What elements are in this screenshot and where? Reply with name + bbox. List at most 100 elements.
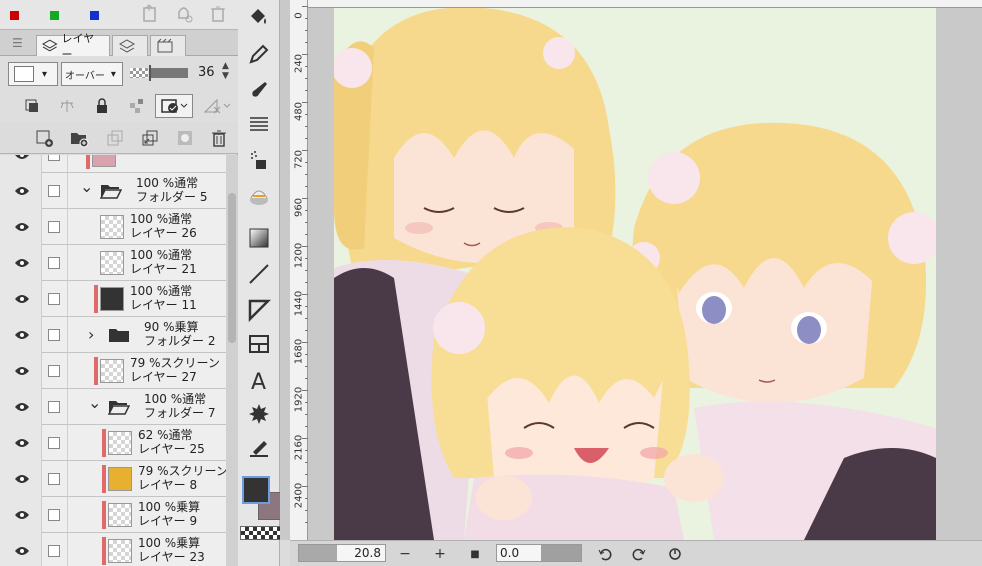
animation-icon [157, 38, 173, 53]
visibility-toggle[interactable] [0, 281, 42, 317]
tab-layer[interactable]: レイヤー [36, 32, 110, 61]
layer-checkbox[interactable] [48, 329, 60, 341]
frame-icon[interactable] [247, 332, 271, 356]
canvas-illustration[interactable] [334, 8, 936, 540]
line-icon[interactable] [247, 262, 271, 286]
layer-checkbox[interactable] [48, 401, 60, 413]
delete-icon[interactable] [208, 4, 228, 24]
airbrush-icon[interactable] [247, 148, 271, 172]
visibility-toggle[interactable] [0, 317, 42, 353]
reference-layer-icon[interactable] [55, 94, 79, 118]
layer-checkbox[interactable] [48, 509, 60, 521]
clip-layer-icon[interactable] [20, 94, 44, 118]
menu-icon[interactable]: ☰ [12, 36, 26, 50]
visibility-toggle[interactable] [0, 425, 42, 461]
layer-row[interactable]: 100 %乗算 レイヤー 9 [0, 497, 226, 533]
rotate-right-icon[interactable] [630, 545, 648, 563]
tab-animation[interactable] [150, 35, 186, 56]
rotate-left-icon[interactable] [596, 545, 614, 563]
color-swatch-green[interactable] [50, 11, 59, 20]
text-icon[interactable]: A [247, 368, 271, 392]
layer-row[interactable]: 62 %通常 レイヤー 25 [0, 425, 226, 461]
layer-row[interactable]: レイヤー 31 [0, 155, 226, 173]
new-raster-layer-icon[interactable] [32, 126, 56, 150]
fill-bucket-icon[interactable] [247, 6, 271, 30]
visibility-toggle[interactable] [0, 497, 42, 533]
layer-checkbox[interactable] [48, 545, 60, 557]
main-color-swatch[interactable] [242, 476, 270, 504]
color-fill-icon[interactable] [174, 4, 194, 24]
brush-icon[interactable] [247, 78, 271, 102]
chevron-down-icon[interactable]: ⌄ [88, 393, 101, 412]
layer-mask-icon[interactable] [173, 126, 197, 150]
layer-folder-row[interactable]: › 90 %乗算 フォルダー 2 [0, 317, 226, 353]
layer-scrollbar[interactable] [226, 155, 238, 566]
chevron-down-icon[interactable]: ⌄ [80, 177, 93, 196]
gradient-icon[interactable] [247, 226, 271, 250]
balloon-icon[interactable] [247, 402, 271, 426]
visibility-toggle[interactable] [0, 389, 42, 425]
layer-folder-row[interactable]: ⌄ 100 %通常 フォルダー 5 [0, 173, 226, 209]
layer-row[interactable]: 100 %乗算 レイヤー 23 [0, 533, 226, 566]
lock-icon[interactable] [90, 94, 114, 118]
visibility-toggle[interactable] [0, 155, 42, 173]
zoom-slider[interactable]: 20.8 [298, 544, 386, 562]
slider-handle[interactable] [149, 65, 151, 81]
new-folder-icon[interactable] [67, 126, 91, 150]
stop-button[interactable]: ■ [466, 545, 484, 563]
delete-layer-icon[interactable] [207, 126, 231, 150]
ruler-label: 1920 [293, 386, 305, 413]
color-swatch-blue[interactable] [90, 11, 99, 20]
correct-line-icon[interactable] [247, 436, 271, 460]
zoom-out-button[interactable]: − [396, 545, 414, 563]
layer-row[interactable]: 100 %通常 レイヤー 21 [0, 245, 226, 281]
layer-property-bar: ▾ オーバー ▾ 36 ▲ ▼ [0, 56, 238, 90]
layer-checkbox[interactable] [48, 155, 60, 161]
layer-thumbnail [108, 467, 132, 491]
visibility-toggle[interactable] [0, 353, 42, 389]
chevron-down-icon: ▾ [110, 68, 116, 80]
color-swatch-red[interactable] [10, 11, 19, 20]
layer-checkbox[interactable] [48, 437, 60, 449]
ruler-mask-icon[interactable] [200, 94, 234, 118]
layer-blend-info: 90 %乗算 [144, 320, 199, 334]
blend-mode-select[interactable]: オーバー ▾ [61, 62, 123, 86]
layer-checkbox[interactable] [48, 473, 60, 485]
eye-icon [15, 295, 29, 303]
blend-lines-icon[interactable] [247, 112, 271, 136]
reset-rotation-icon[interactable] [666, 545, 684, 563]
mask-select-icon[interactable] [155, 94, 193, 118]
layer-color-tag [86, 155, 90, 169]
chevron-right-icon[interactable]: › [88, 325, 94, 344]
layer-checkbox[interactable] [48, 293, 60, 305]
layer-row[interactable]: 100 %通常 レイヤー 26 [0, 209, 226, 245]
visibility-toggle[interactable] [0, 173, 42, 209]
rotation-slider[interactable]: 0.0 [496, 544, 582, 562]
merge-down-icon[interactable] [138, 126, 162, 150]
pen-icon[interactable] [247, 42, 271, 66]
figure-icon[interactable] [247, 298, 271, 322]
tab-3d-layers[interactable] [112, 35, 148, 56]
lock-transparent-icon[interactable] [125, 94, 149, 118]
new-color-icon[interactable] [140, 4, 160, 24]
opacity-slider[interactable] [130, 65, 190, 81]
layer-color-tag [94, 285, 98, 313]
copy-layer-icon[interactable] [103, 126, 127, 150]
scrollbar-thumb[interactable] [228, 193, 236, 343]
visibility-toggle[interactable] [0, 533, 42, 566]
layer-color-select[interactable]: ▾ [8, 62, 58, 86]
layer-checkbox[interactable] [48, 365, 60, 377]
layer-row[interactable]: 79 %スクリーン レイヤー 8 [0, 461, 226, 497]
layer-folder-row[interactable]: ⌄ 100 %通常 フォルダー 7 [0, 389, 226, 425]
layer-checkbox[interactable] [48, 185, 60, 197]
layer-row[interactable]: 79 %スクリーン レイヤー 27 [0, 353, 226, 389]
stepper-icon[interactable]: ▲ ▼ [222, 61, 229, 81]
layer-row[interactable]: 100 %通常 レイヤー 11 [0, 281, 226, 317]
visibility-toggle[interactable] [0, 209, 42, 245]
zoom-in-button[interactable]: + [431, 545, 449, 563]
visibility-toggle[interactable] [0, 461, 42, 497]
layer-checkbox[interactable] [48, 221, 60, 233]
layer-checkbox[interactable] [48, 257, 60, 269]
decoration-icon[interactable] [247, 184, 271, 208]
visibility-toggle[interactable] [0, 245, 42, 281]
